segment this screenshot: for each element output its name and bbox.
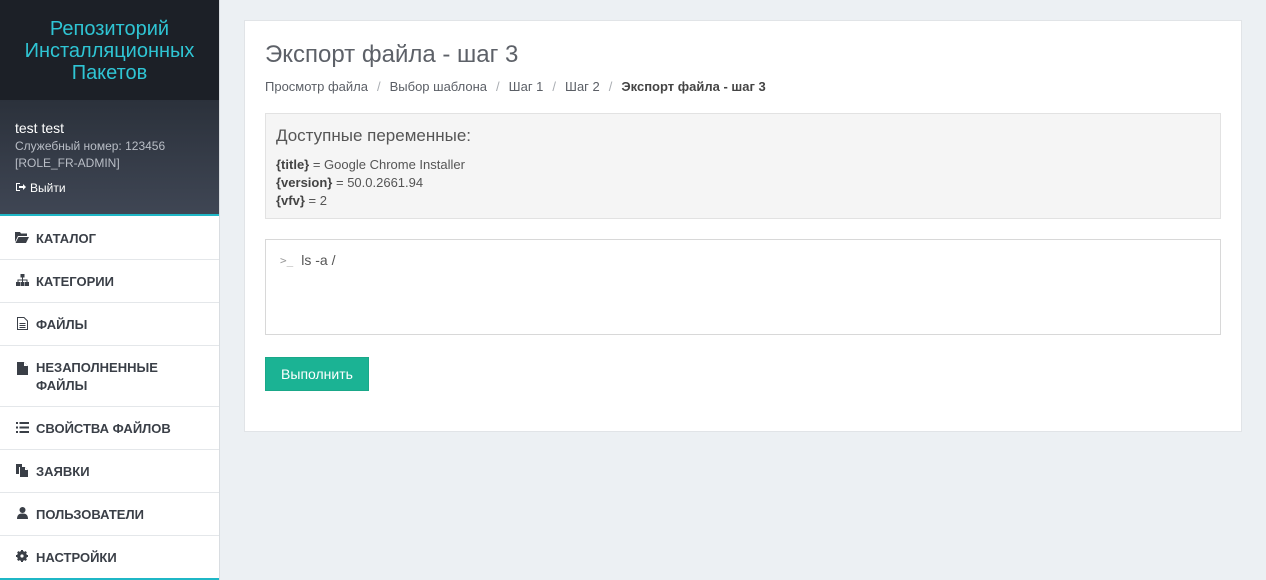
sidebar-item-label: НЕЗАПОЛНЕННЫЕ ФАЙЛЫ bbox=[36, 360, 158, 393]
variable-key: {vfv} bbox=[276, 193, 305, 208]
breadcrumb-view-file[interactable]: Просмотр файла bbox=[265, 79, 368, 94]
sidebar-item-label: ФАЙЛЫ bbox=[36, 317, 88, 332]
file-icon bbox=[15, 361, 29, 375]
sidebar-item-label: КАТЕГОРИИ bbox=[36, 274, 114, 289]
command-console[interactable]: >_ ls -a / bbox=[265, 239, 1221, 335]
variable-key: {version} bbox=[276, 175, 333, 190]
sidebar-item-catalog[interactable]: КАТАЛОГ bbox=[0, 216, 219, 260]
run-button[interactable]: Выполнить bbox=[265, 357, 369, 391]
sidebar-item-label: КАТАЛОГ bbox=[36, 231, 96, 246]
sidebar-item-label: НАСТРОЙКИ bbox=[36, 550, 117, 565]
export-panel: Экспорт файла - шаг 3 Просмотр файла / В… bbox=[244, 20, 1242, 432]
variables-title: Доступные переменные: bbox=[276, 126, 472, 145]
variable-value: = 50.0.2661.94 bbox=[332, 175, 424, 190]
brand-title[interactable]: Репозиторий Инсталляционных Пакетов bbox=[0, 0, 219, 100]
sidebar-item-files[interactable]: ФАЙЛЫ bbox=[0, 303, 219, 346]
breadcrumb-template-choice[interactable]: Выбор шаблона bbox=[390, 79, 487, 94]
variable-key: {title} bbox=[276, 157, 310, 172]
breadcrumb-separator: / bbox=[608, 79, 613, 94]
copy-icon bbox=[15, 463, 29, 477]
breadcrumb-separator: / bbox=[376, 79, 381, 94]
breadcrumb-separator: / bbox=[496, 79, 500, 94]
sidebar-item-requests[interactable]: ЗАЯВКИ bbox=[0, 450, 219, 493]
file-text-icon bbox=[15, 316, 29, 330]
sidebar-item-file-properties[interactable]: СВОЙСТВА ФАЙЛОВ bbox=[0, 407, 219, 450]
breadcrumb-step-2[interactable]: Шаг 2 bbox=[565, 79, 600, 94]
sidebar-item-users[interactable]: ПОЛЬЗОВАТЕЛИ bbox=[0, 493, 219, 536]
logout-label: Выйти bbox=[30, 181, 66, 195]
employee-id: Служебный номер: 123456 bbox=[15, 139, 166, 153]
variable-row: {vfv} = 2 bbox=[276, 192, 1210, 210]
sidebar: Репозиторий Инсталляционных Пакетов test… bbox=[0, 0, 220, 580]
logout-link[interactable]: Выйти bbox=[15, 181, 204, 195]
folder-open-icon bbox=[15, 230, 29, 244]
breadcrumb-step-1[interactable]: Шаг 1 bbox=[509, 79, 544, 94]
user-icon bbox=[15, 506, 29, 520]
sidebar-item-label: ЗАЯВКИ bbox=[36, 464, 90, 479]
sidebar-item-unfilled-files[interactable]: НЕЗАПОЛНЕННЫЕ ФАЙЛЫ bbox=[0, 346, 219, 407]
sidebar-item-label: СВОЙСТВА ФАЙЛОВ bbox=[36, 421, 171, 436]
breadcrumb-current: Экспорт файла - шаг 3 bbox=[621, 79, 766, 94]
sitemap-icon bbox=[15, 273, 29, 287]
variable-row: {version} = 50.0.2661.94 bbox=[276, 174, 1210, 192]
gear-icon bbox=[15, 549, 29, 563]
breadcrumb-separator: / bbox=[552, 79, 557, 94]
user-profile: test test Служебный номер: 123456 [ROLE_… bbox=[0, 100, 219, 216]
breadcrumb: Просмотр файла / Выбор шаблона / Шаг 1 /… bbox=[265, 79, 766, 94]
sidebar-item-label: ПОЛЬЗОВАТЕЛИ bbox=[36, 507, 144, 522]
sidebar-item-settings[interactable]: НАСТРОЙКИ bbox=[0, 536, 219, 580]
variable-value: = Google Chrome Installer bbox=[309, 157, 465, 172]
page-title: Экспорт файла - шаг 3 bbox=[265, 41, 519, 68]
variable-value: = 2 bbox=[304, 193, 327, 208]
command-text: ls -a / bbox=[301, 252, 336, 268]
user-role: [ROLE_FR-ADMIN] bbox=[15, 156, 120, 170]
sidebar-item-categories[interactable]: КАТЕГОРИИ bbox=[0, 260, 219, 303]
list-icon bbox=[15, 420, 29, 434]
sign-out-icon bbox=[15, 181, 26, 195]
available-variables: Доступные переменные: {title} = Google C… bbox=[265, 113, 1221, 219]
sidebar-nav: КАТАЛОГ КАТЕГОРИИ ФАЙЛЫ НЕЗАПОЛНЕННЫЕ ФА… bbox=[0, 216, 219, 580]
user-name: test test bbox=[15, 120, 65, 136]
terminal-prompt-icon: >_ bbox=[280, 254, 294, 267]
variable-row: {title} = Google Chrome Installer bbox=[276, 156, 1210, 174]
